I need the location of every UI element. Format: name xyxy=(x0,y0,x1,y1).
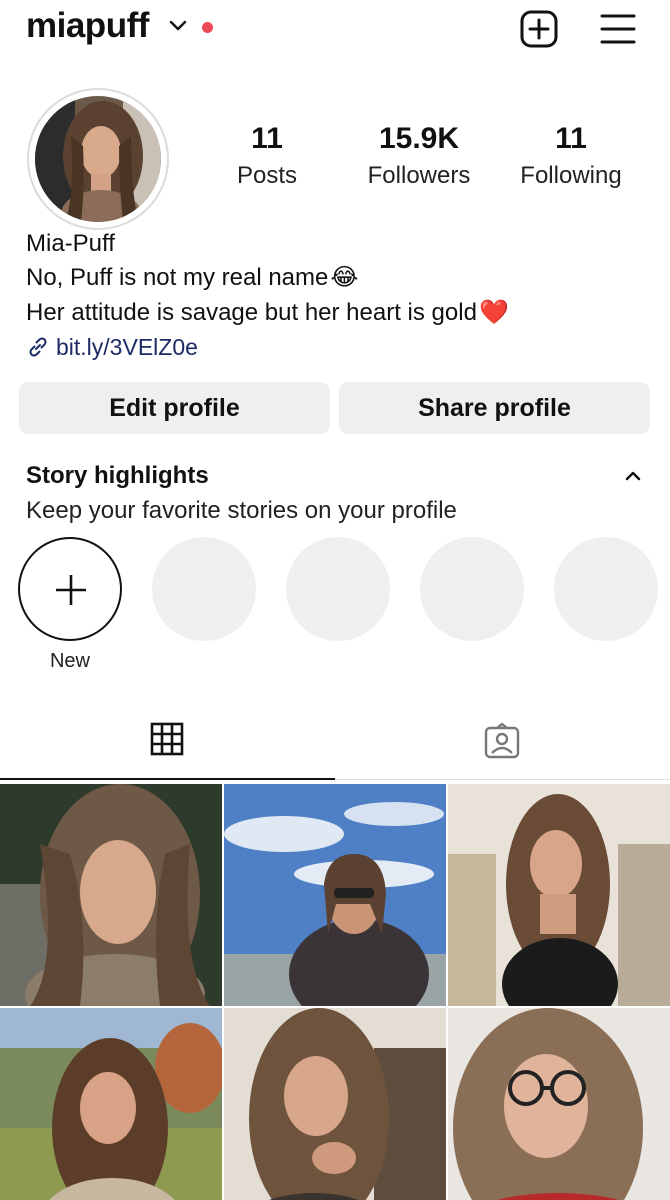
post-thumbnail[interactable] xyxy=(448,784,670,1006)
posts-count[interactable]: 11 Posts xyxy=(192,122,342,190)
notification-dot xyxy=(202,22,213,33)
link-icon xyxy=(29,337,47,357)
new-highlight-button[interactable] xyxy=(18,537,122,641)
following-value: 11 xyxy=(555,122,587,155)
tagged-icon xyxy=(484,722,520,759)
bio-link-text: bit.ly/3VElZ0e xyxy=(56,333,198,360)
post-thumbnail[interactable] xyxy=(448,1008,670,1200)
posts-label: Posts xyxy=(236,162,298,189)
display-name: Mia-Puff xyxy=(26,230,115,257)
laughing-emoji: 😂 xyxy=(330,264,359,291)
highlights-subtitle: Keep your favorite stories on your profi… xyxy=(26,497,457,524)
heart-emoji: ❤️ xyxy=(478,299,509,326)
posts-value: 11 xyxy=(251,122,283,155)
bio-link[interactable]: bit.ly/3VElZ0e xyxy=(26,330,646,364)
post-thumbnail[interactable] xyxy=(224,784,446,1006)
followers-count[interactable]: 15.9K Followers xyxy=(344,122,494,190)
profile-page: miapuff 11 Posts 15.9K Followers 11 Foll… xyxy=(0,0,670,1200)
bio-line: No, Puff is not my real name 😂 xyxy=(26,260,646,295)
highlight-placeholder xyxy=(286,537,390,641)
bio-text: No, Puff is not my real name xyxy=(26,263,329,291)
chevron-down-icon[interactable] xyxy=(168,18,188,34)
post-thumbnail[interactable] xyxy=(224,1008,446,1200)
share-profile-button[interactable]: Share profile xyxy=(339,382,650,434)
create-post-icon[interactable] xyxy=(520,10,558,48)
new-highlight-label: New xyxy=(49,650,90,672)
followers-value: 15.9K xyxy=(378,122,460,155)
tab-tagged[interactable] xyxy=(335,700,670,780)
highlight-placeholder xyxy=(554,537,658,641)
post-thumbnail[interactable] xyxy=(0,1008,222,1200)
highlights-title: Story highlights xyxy=(26,462,209,489)
plus-icon xyxy=(56,575,86,605)
chevron-up-icon[interactable] xyxy=(622,468,644,484)
avatar-image xyxy=(35,96,161,222)
username[interactable]: miapuff xyxy=(26,6,149,46)
following-label: Following xyxy=(520,162,622,189)
grid-icon xyxy=(150,722,184,756)
tab-posts-grid[interactable] xyxy=(0,700,335,780)
post-thumbnail[interactable] xyxy=(0,784,222,1006)
highlight-placeholder xyxy=(152,537,256,641)
followers-label: Followers xyxy=(367,162,471,189)
following-count[interactable]: 11 Following xyxy=(496,122,646,190)
edit-profile-button[interactable]: Edit profile xyxy=(19,382,330,434)
highlight-placeholder xyxy=(420,537,524,641)
bio-text: Her attitude is savage but her heart is … xyxy=(26,298,477,326)
top-bar: miapuff xyxy=(0,0,670,62)
profile-avatar[interactable] xyxy=(27,88,169,230)
bio-line: Her attitude is savage but her heart is … xyxy=(26,295,646,330)
bio-section: Mia-Puff No, Puff is not my real name 😂 H… xyxy=(26,230,646,364)
menu-icon[interactable] xyxy=(600,12,636,46)
